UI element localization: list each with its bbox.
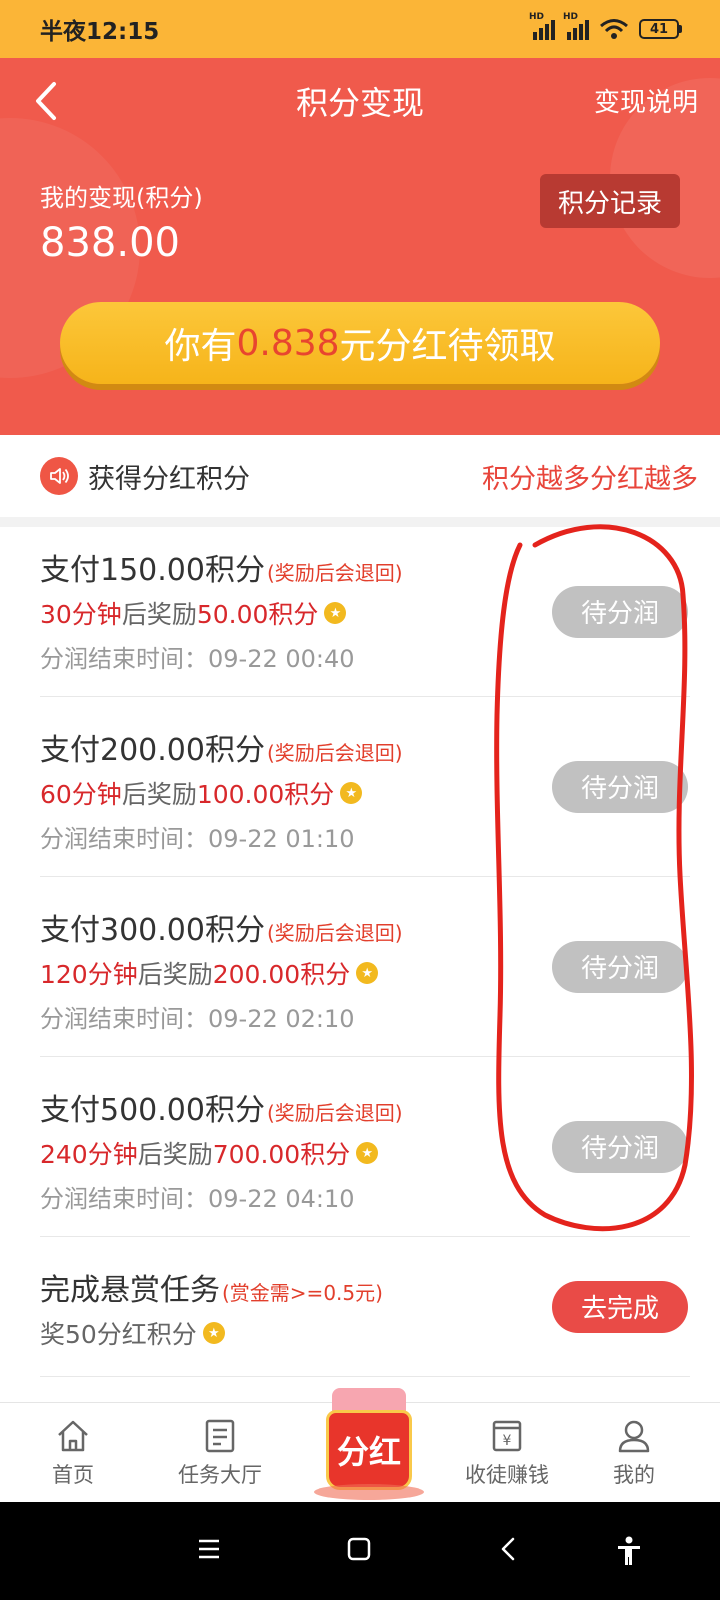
tab-dividend-label: 分红 <box>336 1433 401 1471</box>
task-row: 支付500.00积分 (奖励后会退回) 240分钟 后奖励 700.00积分 ★ 分润结… <box>40 1057 690 1237</box>
my-points-value: 838.00 <box>40 220 180 266</box>
task-end-time: 09-22 01:10 <box>208 825 355 853</box>
coin-icon: ★ <box>202 1322 225 1344</box>
back-nav-icon[interactable] <box>496 1536 522 1562</box>
task-reward: 100.00积分 <box>196 780 335 809</box>
accessibility-icon[interactable] <box>616 1536 642 1566</box>
tab-recruit-label: 收徒赚钱 <box>465 1463 549 1487</box>
explain-link[interactable]: 变现说明 <box>594 82 698 119</box>
task-end-line: 分润结束时间：09-22 01:10 <box>40 819 690 854</box>
task-end-line: 分润结束时间：09-22 04:10 <box>40 1179 690 1214</box>
system-nav-bar <box>0 1502 720 1600</box>
tab-recruit[interactable]: ¥ 收徒赚钱 <box>447 1403 567 1503</box>
task-title-line: 支付150.00积分 (奖励后会退回) <box>40 545 690 589</box>
task-reward: 50.00积分 <box>196 600 319 629</box>
bounty-note: (赏金需>=0.5元) <box>222 1281 383 1305</box>
task-end-label: 分润结束时间： <box>40 645 208 673</box>
my-points-label: 我的变现(积分) <box>40 184 203 212</box>
status-time: 半夜12:15 <box>40 19 160 45</box>
task-end-time: 09-22 00:40 <box>208 645 355 673</box>
claim-dividend-button[interactable]: 你有 0.838 元分红待领取 <box>60 302 660 384</box>
bounty-title: 完成悬赏任务 <box>40 1273 220 1308</box>
user-icon <box>618 1420 650 1453</box>
tip-left-text: 获得分红积分 <box>88 463 250 495</box>
pending-button[interactable]: 待分润 <box>552 940 688 993</box>
bounty-reward: 奖50分红积分 <box>40 1320 197 1349</box>
coin-icon: ★ <box>356 1142 379 1164</box>
battery-level: 41 <box>639 19 679 39</box>
svg-text:¥: ¥ <box>503 1433 512 1449</box>
tip-right-text: 积分越多分红越多 <box>482 463 698 495</box>
task-title: 支付150.00积分 <box>40 553 265 588</box>
task-mid: 后奖励 <box>121 600 197 629</box>
coin-icon: ★ <box>356 962 379 984</box>
header: 积分变现 变现说明 我的变现(积分) 838.00 积分记录 你有 0.838 元分… <box>0 58 720 435</box>
status-icons: HD HD 41 <box>529 12 682 40</box>
task-title: 支付300.00积分 <box>40 913 265 948</box>
tab-dividend[interactable]: 分红 <box>308 1380 428 1504</box>
claim-prefix: 你有 <box>164 326 237 367</box>
task-end-label: 分润结束时间： <box>40 1185 208 1213</box>
menu-icon[interactable] <box>196 1536 222 1562</box>
red-packet-icon: 分红 <box>326 1410 412 1490</box>
document-icon <box>205 1419 235 1453</box>
task-note: (奖励后会退回) <box>266 741 403 765</box>
points-record-button[interactable]: 积分记录 <box>540 174 680 228</box>
claim-amount: 0.838 <box>236 322 340 364</box>
wifi-icon <box>600 19 628 39</box>
task-end-label: 分润结束时间： <box>40 825 208 853</box>
tab-task-hall-label: 任务大厅 <box>178 1463 262 1487</box>
task-reward: 200.00积分 <box>212 960 351 989</box>
coin-icon: ★ <box>340 782 363 804</box>
signal-icon: HD <box>563 12 589 40</box>
tab-mine-label: 我的 <box>613 1463 655 1487</box>
task-end-time: 09-22 02:10 <box>208 1005 355 1033</box>
task-end-label: 分润结束时间： <box>40 1005 208 1033</box>
pending-button[interactable]: 待分润 <box>552 1120 688 1173</box>
home-square-icon[interactable] <box>346 1536 372 1562</box>
task-reward: 700.00积分 <box>212 1140 351 1169</box>
speaker-icon <box>40 457 78 495</box>
task-note: (奖励后会退回) <box>266 561 403 585</box>
task-list: 支付150.00积分 (奖励后会退回) 30分钟 后奖励 50.00积分 ★ 分润结束时… <box>0 527 720 1402</box>
coin-icon: ★ <box>324 602 347 624</box>
go-complete-button[interactable]: 去完成 <box>552 1280 688 1333</box>
status-bar: 半夜12:15 HD HD 41 <box>0 0 720 58</box>
task-row: 支付300.00积分 (奖励后会退回) 120分钟 后奖励 200.00积分 ★ 分润结… <box>40 877 690 1057</box>
home-icon <box>58 1420 88 1452</box>
task-end-line: 分润结束时间：09-22 00:40 <box>40 639 690 674</box>
task-title: 支付500.00积分 <box>40 1093 265 1128</box>
task-wait: 240分钟 <box>40 1140 138 1169</box>
tab-mine[interactable]: 我的 <box>574 1403 694 1503</box>
battery-icon: 41 <box>639 19 682 39</box>
pending-button[interactable]: 待分润 <box>552 585 688 638</box>
tab-home[interactable]: 首页 <box>13 1403 133 1503</box>
task-end-time: 09-22 04:10 <box>208 1185 355 1213</box>
task-wait: 60分钟 <box>40 780 122 809</box>
task-wait: 120分钟 <box>40 960 138 989</box>
task-mid: 后奖励 <box>121 780 197 809</box>
wallet-icon: ¥ <box>492 1420 522 1452</box>
task-note: (奖励后会退回) <box>266 1101 403 1125</box>
claim-suffix: 元分红待领取 <box>339 326 556 367</box>
task-end-line: 分润结束时间：09-22 02:10 <box>40 999 690 1034</box>
task-row: 支付200.00积分 (奖励后会退回) 60分钟 后奖励 100.00积分 ★ 分润结束… <box>40 697 690 877</box>
signal-icon: HD <box>529 12 555 40</box>
tab-task-hall[interactable]: 任务大厅 <box>160 1403 280 1503</box>
tip-bar: 获得分红积分 积分越多分红越多 <box>0 435 720 517</box>
red-packet-shadow <box>314 1484 424 1500</box>
task-note: (奖励后会退回) <box>266 921 403 945</box>
tab-home-label: 首页 <box>52 1463 94 1487</box>
task-title: 支付200.00积分 <box>40 733 265 768</box>
bounty-row: 完成悬赏任务 (赏金需>=0.5元) 奖50分红积分 ★ 去完成 <box>40 1237 690 1377</box>
task-wait: 30分钟 <box>40 600 122 629</box>
task-mid: 后奖励 <box>137 960 213 989</box>
pending-button[interactable]: 待分润 <box>552 760 688 813</box>
task-row: 支付150.00积分 (奖励后会退回) 30分钟 后奖励 50.00积分 ★ 分润结束时… <box>40 527 690 697</box>
task-mid: 后奖励 <box>137 1140 213 1169</box>
